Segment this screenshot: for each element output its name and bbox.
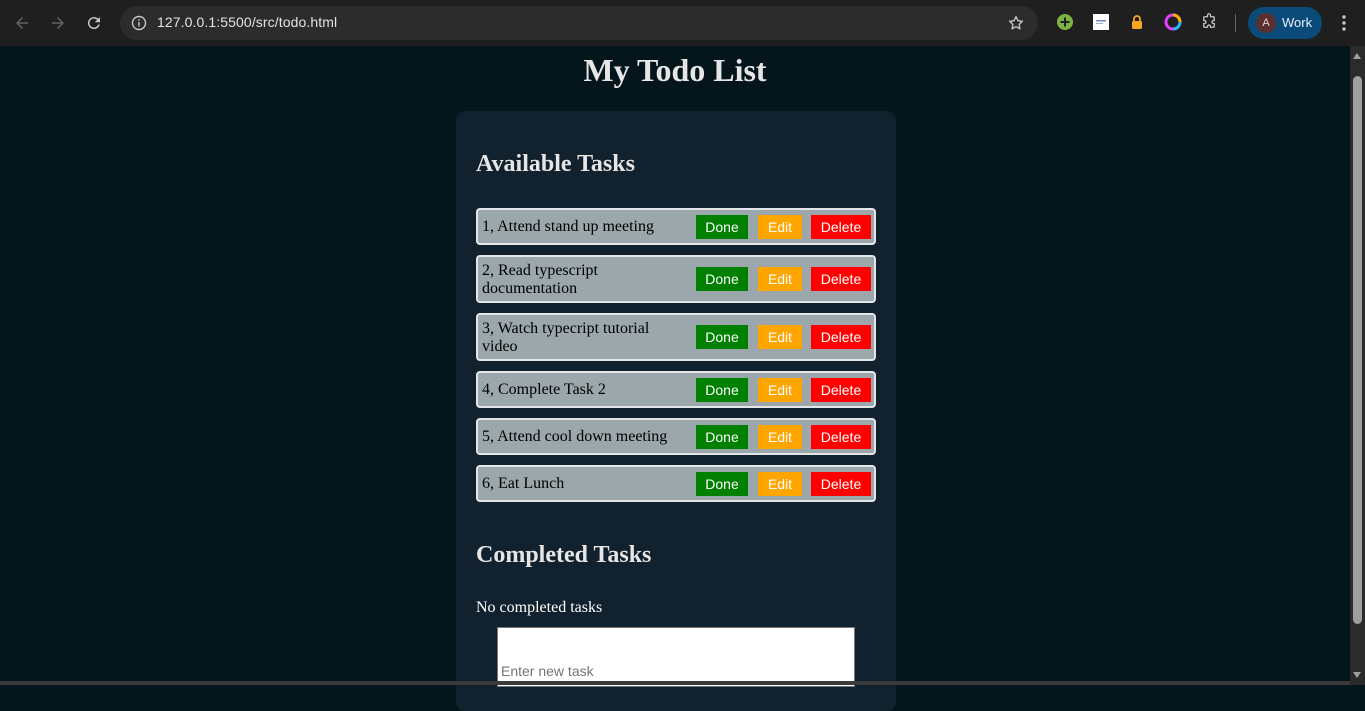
task-item: 4, Complete Task 2 Done Edit Delete: [476, 371, 876, 408]
more-menu-icon[interactable]: [1334, 12, 1354, 34]
done-button[interactable]: Done: [696, 472, 748, 496]
task-text: 6, Eat Lunch: [482, 475, 565, 492]
edit-button[interactable]: Edit: [758, 215, 802, 239]
delete-button[interactable]: Delete: [811, 267, 871, 291]
bookmark-star-icon[interactable]: [1004, 11, 1028, 35]
lock-extension-icon[interactable]: [1128, 13, 1146, 31]
delete-button[interactable]: Delete: [811, 425, 871, 449]
scroll-down-arrow-icon[interactable]: [1353, 672, 1361, 678]
delete-button[interactable]: Delete: [811, 472, 871, 496]
done-button[interactable]: Done: [696, 325, 748, 349]
url-text[interactable]: 127.0.0.1:5500/src/todo.html: [157, 14, 337, 30]
task-item: 6, Eat Lunch Done Edit Delete: [476, 465, 876, 502]
available-tasks-heading: Available Tasks: [476, 151, 635, 177]
no-completed-message: No completed tasks: [476, 599, 603, 616]
task-text: 5, Attend cool down meeting: [482, 428, 668, 445]
done-button[interactable]: Done: [696, 378, 748, 402]
edit-button[interactable]: Edit: [758, 425, 802, 449]
delete-button[interactable]: Delete: [811, 325, 871, 349]
profile-button[interactable]: A Work: [1248, 7, 1322, 39]
task-text: 3, Watch typecript tutorial video: [482, 320, 650, 355]
task-text: 4, Complete Task 2: [482, 381, 606, 398]
scroll-thumb[interactable]: [1353, 76, 1362, 624]
task-text: 1, Attend stand up meeting: [482, 218, 654, 235]
site-info-icon[interactable]: [126, 10, 152, 36]
delete-button[interactable]: Delete: [811, 215, 871, 239]
page-scrollbar[interactable]: [1350, 46, 1365, 685]
edit-button[interactable]: Edit: [758, 267, 802, 291]
delete-button[interactable]: Delete: [811, 378, 871, 402]
task-item: 3, Watch typecript tutorial video Done E…: [476, 313, 876, 361]
page-title: My Todo List: [583, 52, 767, 88]
browser-toolbar: 127.0.0.1:5500/src/todo.html A Work: [0, 0, 1365, 46]
back-arrow-icon[interactable]: [8, 9, 36, 37]
green-plus-extension-icon[interactable]: [1056, 13, 1074, 31]
task-text: 2, Read typescript documentation: [482, 262, 598, 297]
new-task-input[interactable]: [497, 627, 855, 687]
scroll-up-arrow-icon[interactable]: [1353, 53, 1361, 59]
reload-icon[interactable]: [80, 9, 108, 37]
avatar: A: [1256, 13, 1276, 33]
forward-arrow-icon[interactable]: [44, 9, 72, 37]
done-button[interactable]: Done: [696, 425, 748, 449]
done-button[interactable]: Done: [696, 215, 748, 239]
edit-button[interactable]: Edit: [758, 472, 802, 496]
todo-card: Available Tasks 1, Attend stand up meeti…: [456, 111, 896, 711]
done-button[interactable]: Done: [696, 267, 748, 291]
window-bottom-edge: [0, 681, 1350, 685]
edit-button[interactable]: Edit: [758, 378, 802, 402]
white-extension-icon[interactable]: [1092, 13, 1110, 31]
address-bar[interactable]: 127.0.0.1:5500/src/todo.html: [120, 6, 1038, 40]
color-ring-extension-icon[interactable]: [1164, 13, 1182, 31]
profile-name: Work: [1282, 15, 1313, 30]
puzzle-extensions-icon[interactable]: [1200, 13, 1218, 31]
toolbar-divider: [1235, 14, 1236, 32]
edit-button[interactable]: Edit: [758, 325, 802, 349]
task-item: 1, Attend stand up meeting Done Edit Del…: [476, 208, 876, 245]
task-item: 5, Attend cool down meeting Done Edit De…: [476, 418, 876, 455]
completed-tasks-heading: Completed Tasks: [476, 542, 652, 568]
task-item: 2, Read typescript documentation Done Ed…: [476, 255, 876, 303]
